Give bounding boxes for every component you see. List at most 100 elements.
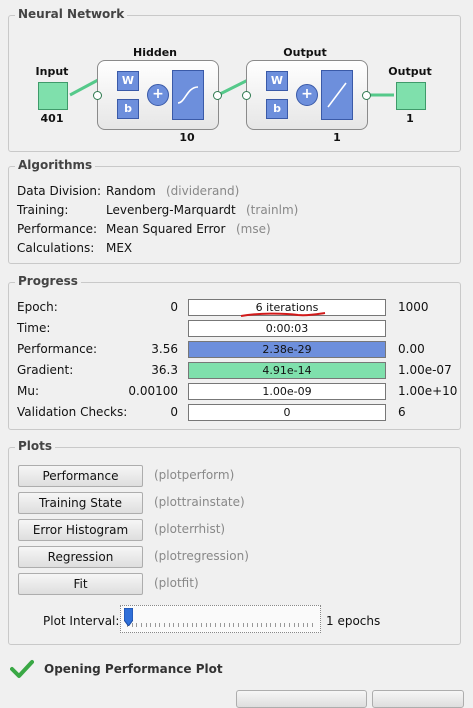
plot-training-state-button[interactable]: Training State	[18, 492, 143, 514]
plot-interval-value: 1 epochs	[326, 614, 381, 628]
epoch-label: Epoch:	[17, 300, 58, 314]
hidden-layer-label: Hidden	[132, 46, 178, 59]
output-sum-node: +	[296, 84, 318, 106]
status-message: Opening Performance Plot	[44, 662, 223, 676]
plot-fit-function: (plotfit)	[154, 576, 199, 590]
algo-label-division: Data Division:	[17, 184, 102, 198]
algo-label-performance: Performance:	[17, 222, 98, 236]
slider-tick	[150, 623, 152, 627]
time-label: Time:	[17, 321, 51, 335]
hidden-bias-block: b	[117, 99, 139, 119]
plot-interval-label: Plot Interval:	[43, 614, 120, 628]
plot-regression-button[interactable]: Regression	[18, 546, 143, 568]
mu-bar: 1.00e-09	[188, 383, 386, 400]
algo-note-performance: (mse)	[236, 222, 271, 236]
performance-label: Performance:	[17, 342, 98, 356]
slider-tick	[233, 623, 235, 627]
network-connectors	[69, 78, 394, 109]
mu-end: 1.00e+10	[398, 384, 458, 398]
gradient-label: Gradient:	[17, 363, 74, 377]
plot-performance-button[interactable]: Performance	[18, 465, 143, 487]
slider-tick	[307, 623, 309, 627]
slider-tick	[284, 623, 286, 627]
algo-value-training: Levenberg-Marquardt	[106, 203, 236, 217]
algo-label-calculations: Calculations:	[17, 241, 95, 255]
bottom-button-left[interactable]	[236, 690, 367, 708]
output-in-dot	[242, 91, 251, 100]
slider-thumb-icon	[123, 607, 134, 627]
sigmoid-icon	[177, 86, 199, 104]
algo-note-division: (dividerand)	[166, 184, 240, 198]
progress-title: Progress	[15, 274, 81, 288]
red-underline-annotation	[240, 312, 326, 317]
output-layer-box: W b +	[246, 60, 368, 130]
hidden-sum-node: +	[147, 84, 169, 106]
algo-value-division: Random	[106, 184, 156, 198]
slider-tick	[261, 623, 263, 627]
slider-tick	[205, 623, 207, 627]
slider-tick	[173, 623, 175, 627]
validation-label: Validation Checks:	[17, 405, 128, 419]
plot-error-histogram-function: (ploterrhist)	[154, 522, 226, 536]
algo-value-calculations: MEX	[106, 241, 133, 255]
plot-error-histogram-button[interactable]: Error Histogram	[18, 519, 143, 541]
slider-tick	[298, 623, 300, 627]
slider-tick	[182, 623, 184, 627]
slider-tick	[228, 623, 230, 627]
epoch-start: 0	[170, 300, 178, 314]
slider-tick	[242, 623, 244, 627]
validation-bar: 0	[188, 404, 386, 421]
output-bias-block: b	[266, 99, 288, 119]
slider-tick	[154, 623, 156, 627]
plot-interval-slider[interactable]	[120, 605, 321, 633]
algorithms-title: Algorithms	[15, 158, 96, 172]
gradient-bar: 4.91e-14	[188, 362, 386, 379]
slider-tick	[251, 623, 253, 627]
slider-tick	[219, 623, 221, 627]
slider-tick	[288, 623, 290, 627]
algo-value-performance: Mean Squared Error	[106, 222, 226, 236]
bottom-button-right[interactable]	[372, 690, 464, 708]
performance-current: 2.38e-29	[262, 343, 312, 356]
time-bar: 0:00:03	[188, 320, 386, 337]
output-out-dot	[362, 91, 371, 100]
slider-tick	[145, 623, 147, 627]
plot-training-state-function: (plottrainstate)	[154, 495, 245, 509]
hidden-size: 10	[179, 131, 195, 144]
hidden-weight-block: W	[117, 71, 139, 91]
hidden-layer-box: W b +	[97, 60, 219, 130]
gradient-start: 36.3	[151, 363, 178, 377]
slider-tick	[224, 623, 226, 627]
algo-note-training: (trainlm)	[246, 203, 299, 217]
slider-tick	[214, 623, 216, 627]
performance-bar: 2.38e-29	[188, 341, 386, 358]
time-current: 0:00:03	[265, 322, 309, 335]
validation-current: 0	[283, 406, 291, 419]
slider-tick	[191, 623, 193, 627]
slider-tick	[210, 623, 212, 627]
plot-performance-function: (plotperform)	[154, 468, 235, 482]
output-label: Output	[388, 65, 432, 78]
slider-tick	[177, 623, 179, 627]
plot-fit-button[interactable]: Fit	[18, 573, 143, 595]
mu-start: 0.00100	[128, 384, 178, 398]
slider-tick	[140, 623, 142, 627]
slider-thumb[interactable]	[123, 607, 134, 627]
slider-tick	[312, 623, 313, 627]
slider-tick	[302, 623, 304, 627]
plot-regression-function: (plotregression)	[154, 549, 249, 563]
gradient-current: 4.91e-14	[262, 364, 312, 377]
slider-tick	[136, 623, 138, 627]
slider-tick	[270, 623, 272, 627]
output-layer-label: Output	[283, 46, 327, 59]
output-size: 1	[406, 112, 414, 125]
slider-tick	[168, 623, 170, 627]
output-transfer-function	[321, 70, 353, 120]
hidden-in-dot	[93, 91, 102, 100]
output-layer-size: 1	[333, 131, 341, 144]
slider-tick	[265, 623, 267, 627]
gradient-end: 1.00e-07	[398, 363, 452, 377]
validation-start: 0	[170, 405, 178, 419]
slider-tick	[164, 623, 165, 627]
plots-title: Plots	[15, 439, 56, 453]
